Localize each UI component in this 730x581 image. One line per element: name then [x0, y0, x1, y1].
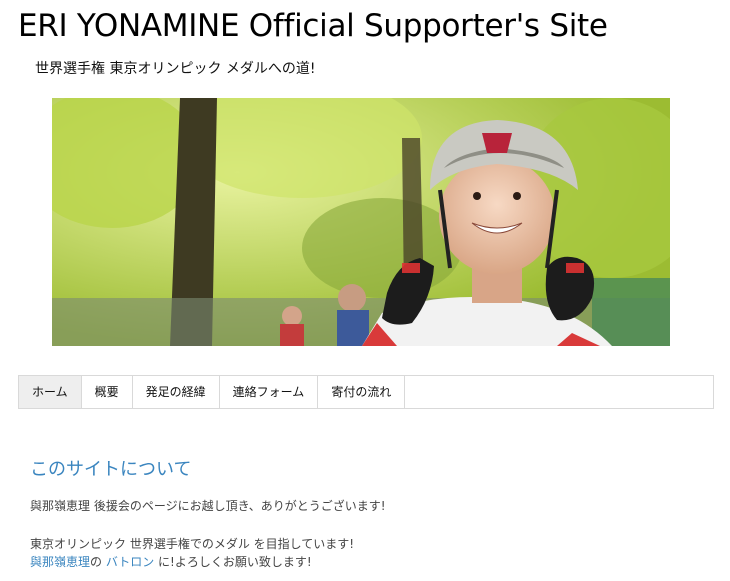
nav-item-overview[interactable]: 概要	[82, 376, 133, 408]
nav-item-background[interactable]: 発足の経緯	[133, 376, 220, 408]
goal-text: 東京オリンピック 世界選手権でのメダル を目指しています!	[30, 537, 355, 551]
welcome-text: 與那嶺恵理 後援会のページにお越し頂き、ありがとうございます!	[30, 499, 386, 513]
nav-item-donation-flow[interactable]: 寄付の流れ	[318, 376, 406, 408]
section-heading: このサイトについて	[30, 459, 192, 480]
main-navigation: ホーム 概要 発足の経緯 連絡フォーム 寄付の流れ	[18, 375, 714, 409]
site-title[interactable]: ERI YONAMINE Official Supporter's Site	[18, 8, 608, 44]
header-photo	[52, 98, 670, 346]
patron-text-part1: の	[90, 555, 106, 569]
athlete-name-link[interactable]: 與那嶺恵理	[30, 555, 90, 569]
nav-item-contact-form[interactable]: 連絡フォーム	[220, 376, 319, 408]
patron-text-part2: に!よろしくお願い致します!	[154, 555, 312, 569]
patron-text: 與那嶺恵理の バトロン に!よろしくお願い致します!	[30, 553, 312, 570]
cyclist-photo-illustration	[52, 98, 670, 346]
site-tagline: 世界選手権 東京オリンピック メダルへの道!	[35, 61, 316, 77]
patron-link[interactable]: バトロン	[106, 555, 154, 569]
nav-item-home[interactable]: ホーム	[19, 376, 82, 408]
